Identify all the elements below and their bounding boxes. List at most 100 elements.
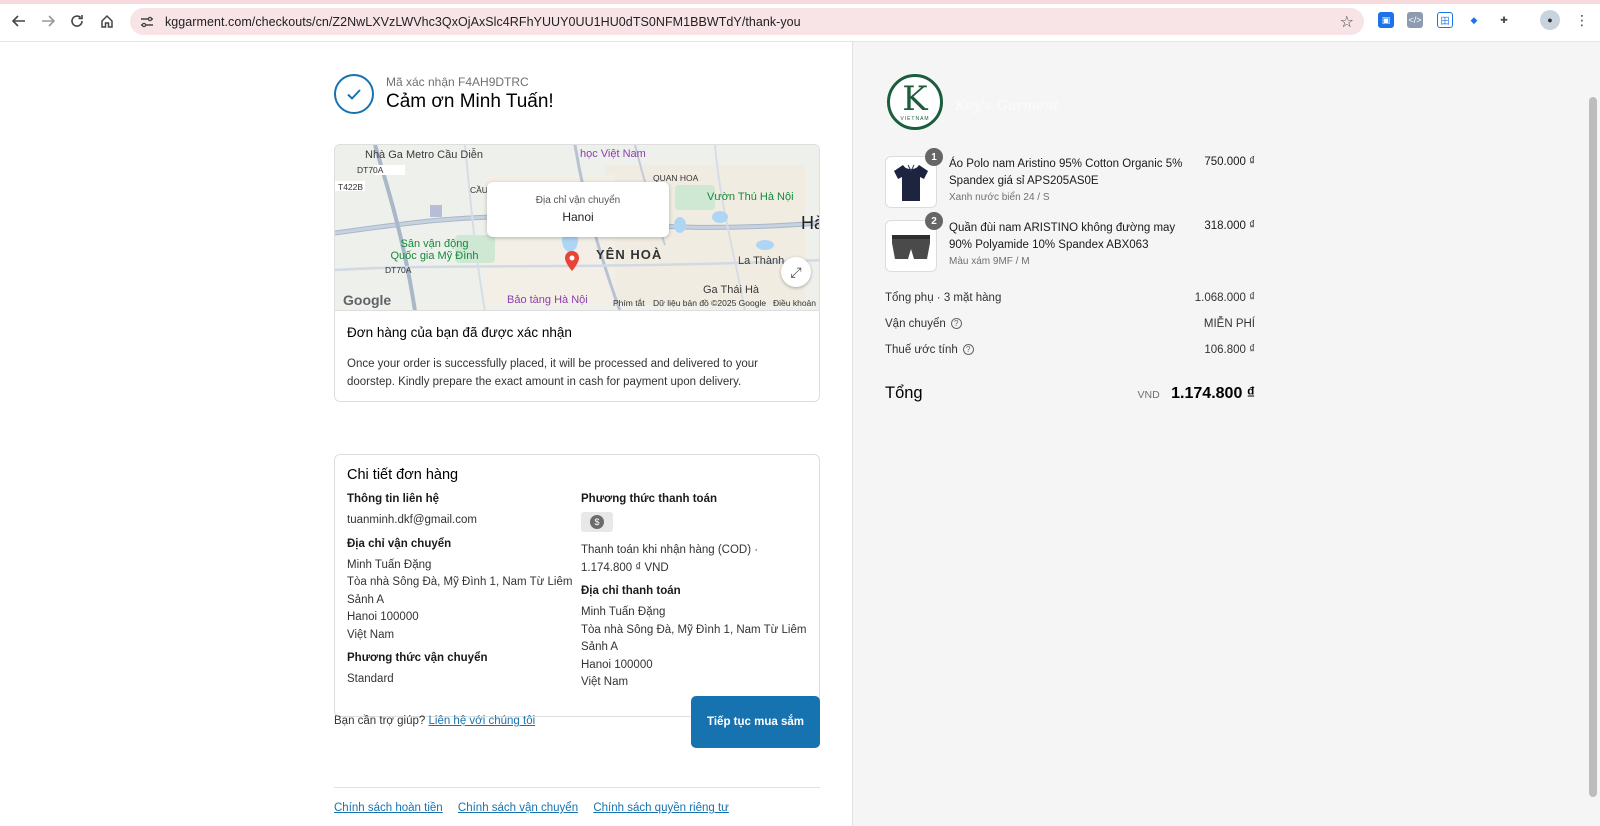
map-road-label: T422B <box>338 182 364 192</box>
reload-icon <box>71 15 83 27</box>
help-icon[interactable]: ? <box>950 318 962 330</box>
map-label-school: học Việt Nam <box>580 148 646 160</box>
order-confirmed-card: T422B DT70A DT70A Nhà Ga Metro Cầu Diễn … <box>334 144 820 402</box>
quantity-badge: 1 <box>925 148 943 166</box>
cash-payment-icon: $ <box>581 512 613 532</box>
map-fullscreen-button[interactable]: ⤢ <box>781 257 811 287</box>
tax-row: Thuế ước tính? 106.800 ₫ <box>885 344 1255 356</box>
map-terms-link[interactable]: Điều khoản <box>773 298 816 308</box>
map-popup-value: Hanoi <box>562 210 594 224</box>
confirmation-code: Mã xác nhận F4AH9DTRC <box>386 75 529 89</box>
tax-label: Thuế ước tính <box>885 344 958 356</box>
extension-icon-3[interactable]: 田 <box>1437 12 1453 28</box>
total-row: Tổng VND 1.174.800 ₫ <box>885 384 1255 403</box>
shipping-label: Vận chuyển <box>885 318 946 330</box>
help-text: Bạn cần trợ giúp? Liên hệ với chúng tôi <box>334 715 536 727</box>
item-variant: Xanh nước biển 24 / S <box>949 192 1050 203</box>
map-label-yen-hoa: YÊN HOÀ <box>596 247 663 262</box>
shipping-method-label: Phương thức vận chuyển <box>347 652 488 664</box>
map-address-popup: Địa chỉ vận chuyển Hanoi <box>487 182 669 237</box>
tag-icon[interactable]: ◆ <box>1466 12 1482 28</box>
shipping-method: Standard <box>347 673 394 685</box>
shipping-address-label: Địa chỉ vận chuyển <box>347 537 452 550</box>
map-shortcuts-link[interactable]: Phím tắt <box>613 298 645 308</box>
thank-you-title: Cảm ơn Minh Tuấn! <box>386 91 554 112</box>
home-icon <box>101 14 113 28</box>
order-confirmed-body: Once your order is successfully placed, … <box>347 358 759 388</box>
tab-strip <box>0 0 1600 4</box>
arrow-left-icon <box>12 15 25 27</box>
map-road-label: DT70A <box>385 265 412 275</box>
quantity-badge: 2 <box>925 212 943 230</box>
map-label-museum: Bảo tàng Hà Nội <box>507 294 588 306</box>
address-bar[interactable]: kggarment.com/checkouts/cn/Z2NwLXVzLWVhc… <box>130 8 1364 35</box>
footer-divider <box>334 787 820 788</box>
payment-method: Thanh toán khi nhận hàng (COD) · 1.174.8… <box>581 544 759 574</box>
url-text: kggarment.com/checkouts/cn/Z2NwLXVzLWVhc… <box>165 14 801 29</box>
extension-icon-2[interactable]: </> <box>1407 12 1423 28</box>
confirmation-header: Mã xác nhận F4AH9DTRC Cảm ơn Minh Tuấn! <box>334 74 554 114</box>
order-details-title: Chi tiết đơn hàng <box>347 467 459 483</box>
item-price: 318.000 ₫ <box>1204 220 1255 232</box>
order-summary: K VIETNAM Key's Garment 1 Áo Polo nam Ar… <box>852 42 1600 826</box>
contact-email: tuanminh.dkf@gmail.com <box>347 514 477 526</box>
shipping-map[interactable]: T422B DT70A DT70A Nhà Ga Metro Cầu Diễn … <box>335 145 819 311</box>
map-label-cau: CẦU <box>470 185 488 195</box>
arrow-right-icon <box>42 15 55 27</box>
extension-icon-1[interactable]: ▣ <box>1378 12 1394 28</box>
map-data-credit: Dữ liệu bản đồ ©2025 Google <box>653 298 767 308</box>
map-label-la-thanh: La Thành <box>738 255 785 267</box>
details-left-column: Thông tin liên hệ tuanminh.dkf@gmail.com… <box>347 493 577 697</box>
item-name: Áo Polo nam Aristino 95% Cotton Organic … <box>949 156 1189 205</box>
billing-address: Minh Tuấn Đặng Tòa nhà Sông Đà, Mỹ Đình … <box>581 606 807 688</box>
billing-address-label: Địa chỉ thanh toán <box>581 585 681 597</box>
back-button[interactable] <box>8 10 30 32</box>
refund-policy-link[interactable]: Chính sách hoàn tiền <box>334 802 443 814</box>
footer-links: Chính sách hoàn tiền Chính sách vận chuy… <box>334 802 741 814</box>
privacy-policy-link[interactable]: Chính sách quyền riêng tư <box>593 802 729 814</box>
page-scrollbar[interactable] <box>1586 42 1600 826</box>
expand-icon: ⤢ <box>790 263 802 280</box>
item-name: Quần đùi nam ARISTINO không đường may 90… <box>949 220 1189 269</box>
item-variant: Màu xám 9MF / M <box>949 256 1030 267</box>
site-info-icon[interactable] <box>138 13 156 31</box>
shipping-policy-link[interactable]: Chính sách vận chuyển <box>458 802 578 814</box>
store-logo[interactable]: K VIETNAM <box>887 74 943 130</box>
total-label: Tổng <box>885 384 923 402</box>
shipping-address: Minh Tuấn Đặng Tòa nhà Sông Đà, Mỹ Đình … <box>347 558 573 641</box>
forward-button[interactable] <box>37 10 59 32</box>
map-label-ha: Hà <box>801 213 819 233</box>
contact-label: Thông tin liên hệ <box>347 493 439 505</box>
map-label-zoo: Vườn Thú Hà Nội <box>707 191 794 203</box>
map-label-ga-thai-ha: Ga Thái Hà <box>703 284 760 296</box>
tax-value: 106.800 ₫ <box>1204 344 1255 356</box>
continue-shopping-button[interactable]: Tiếp tục mua sắm <box>691 696 820 748</box>
item-price: 750.000 ₫ <box>1204 156 1255 168</box>
google-logo: Google <box>343 292 392 308</box>
map-label-metro: Nhà Ga Metro Cầu Diễn <box>365 149 483 161</box>
scrollbar-thumb[interactable] <box>1589 97 1597 797</box>
checkout-main: Mã xác nhận F4AH9DTRC Cảm ơn Minh Tuấn! <box>0 42 852 826</box>
order-details-card: Chi tiết đơn hàng Thông tin liên hệ tuan… <box>334 454 820 717</box>
puzzle-extensions-icon[interactable]: ✚ <box>1496 12 1512 28</box>
bookmark-star-icon[interactable]: ☆ <box>1340 12 1354 32</box>
help-icon[interactable]: ? <box>962 344 974 356</box>
total-amount: 1.174.800 ₫ <box>1171 385 1255 402</box>
shipping-row: Vận chuyển? MIỄN PHÍ <box>885 318 1255 330</box>
map-label-stadium: Sân vận động Quốc gia Mỹ Đình <box>390 238 479 262</box>
details-right-column: Phương thức thanh toán $ Thanh toán khi … <box>581 493 811 700</box>
subtotal-value: 1.068.000 ₫ <box>1194 292 1255 304</box>
map-road-label: DT70A <box>357 165 384 175</box>
subtotal-row: Tổng phụ · 3 mặt hàng 1.068.000 ₫ <box>885 292 1255 304</box>
more-menu-icon[interactable]: ⋮ <box>1574 12 1590 28</box>
profile-avatar[interactable]: ● <box>1540 10 1560 30</box>
contact-us-link[interactable]: Liên hệ với chúng tôi <box>429 715 536 727</box>
reload-button[interactable] <box>66 10 88 32</box>
home-button[interactable] <box>96 10 118 32</box>
payment-method-label: Phương thức thanh toán <box>581 493 717 505</box>
shipping-value: MIỄN PHÍ <box>1203 318 1255 330</box>
checkmark-icon <box>334 74 374 114</box>
map-pin-icon <box>565 251 579 271</box>
browser-toolbar: kggarment.com/checkouts/cn/Z2NwLXVzLWVhc… <box>0 0 1600 42</box>
total-currency: VND <box>1137 389 1160 401</box>
